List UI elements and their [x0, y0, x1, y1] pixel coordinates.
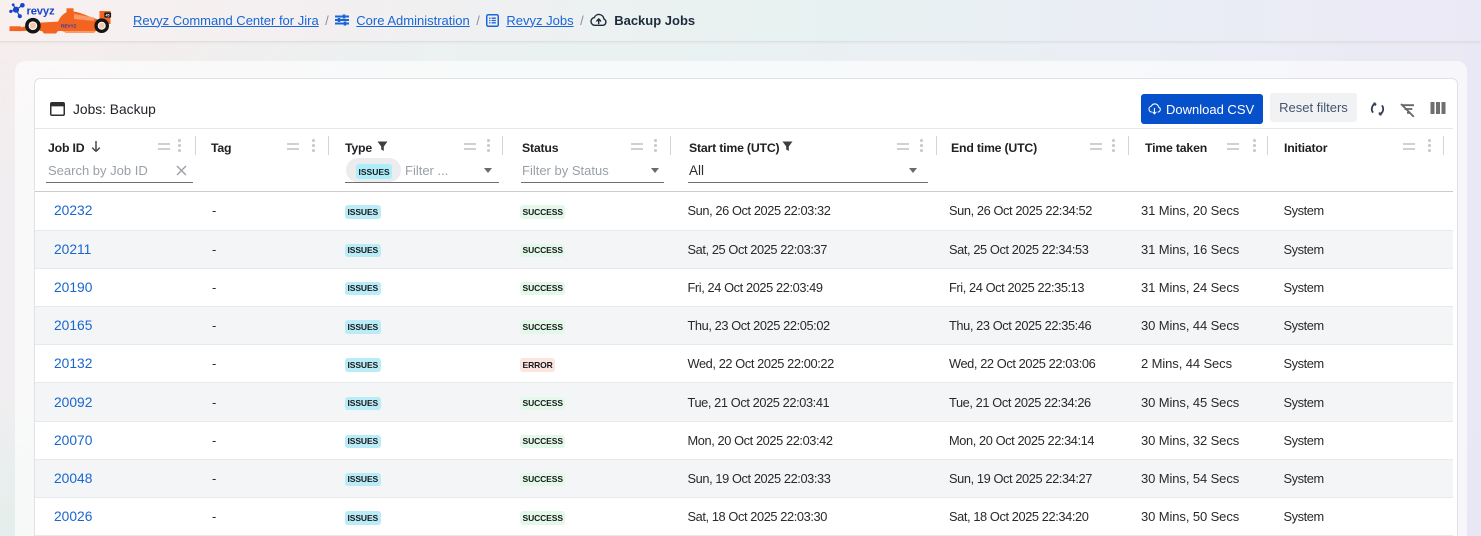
svg-text:45: 45: [106, 14, 110, 18]
svg-text:REVYZ: REVYZ: [61, 24, 77, 29]
svg-text:revyz: revyz: [27, 6, 55, 18]
